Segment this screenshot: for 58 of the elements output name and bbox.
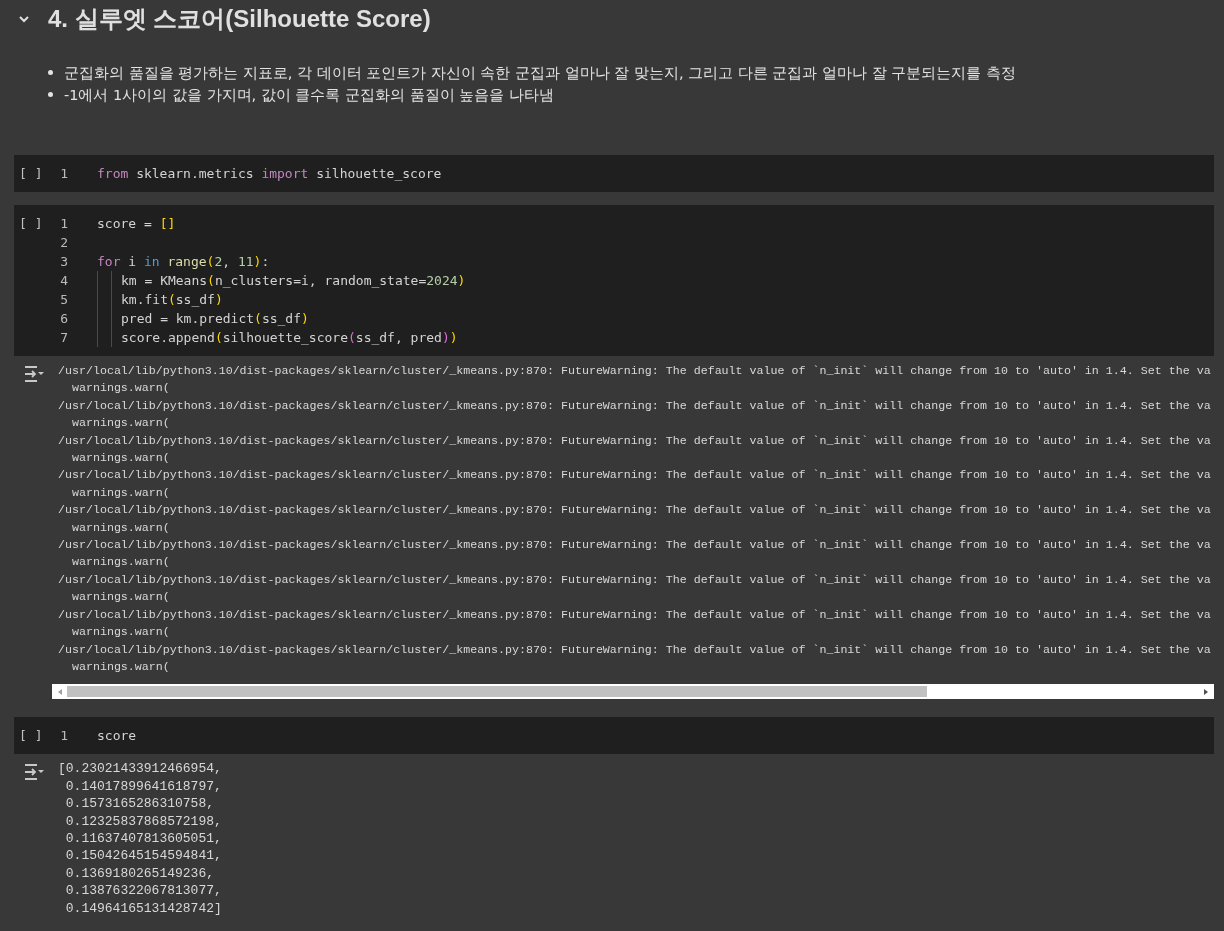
line-number: 5 [59, 291, 68, 309]
bullet-text: 군집화의 품질을 평가하는 지표로, 각 데이터 포인트가 자신이 속한 군집과 얼마나 잘 맞는지, 그리고 다른 군집과 얼마나 잘 구분되는지를 측정 [64, 64, 1016, 83]
output-line: 0.1573165286310758, [64, 795, 216, 813]
code-line: score = [] [97, 215, 176, 233]
output-line: /usr/local/lib/python3.10/dist-packages/sklearn/cluster/_kmeans.py:870: FutureWarning: The default value of `n_init` will change from 10 to 'auto' in 1.4. Set the va [58, 571, 1212, 588]
bullet-text: -1에서 1사이의 값을 가지며, 값이 클수록 군집화의 품질이 높음을 나타냄 [64, 86, 554, 105]
output-toggle-icon[interactable] [23, 763, 45, 782]
line-number: 3 [59, 253, 68, 271]
output-line: 0.11637407813605051, [64, 829, 223, 848]
output-line: /usr/local/lib/python3.10/dist-packages/sklearn/cluster/_kmeans.py:870: FutureWarning: The default value of `n_init` will change from 10 to 'auto' in 1.4. Set the va [58, 397, 1212, 414]
output-line: 0.15042645154594841, [64, 847, 223, 865]
scroll-right-icon[interactable] [1202, 687, 1210, 696]
output-line: /usr/local/lib/python3.10/dist-packages/sklearn/cluster/_kmeans.py:870: FutureWarning: The default value of `n_init` will change from 10 to 'auto' in 1.4. Set the va [58, 641, 1212, 658]
output-toggle-icon[interactable] [23, 365, 45, 383]
output-line: warnings.warn( [70, 589, 171, 606]
code-line: km = KMeans(n_clusters=i, random_state=2024) [121, 272, 466, 290]
output-line: /usr/local/lib/python3.10/dist-packages/sklearn/cluster/_kmeans.py:870: FutureWarning: The default value of `n_init` will change from 10 to 'auto' in 1.4. Set the va [58, 606, 1212, 623]
run-button[interactable]: [ ] [14, 214, 54, 233]
output-line: 0.14964165131428742] [64, 899, 223, 917]
output-line: warnings.warn( [70, 380, 171, 397]
output-line: 0.1369180265149236, [64, 864, 216, 883]
output-line: warnings.warn( [70, 624, 171, 641]
scroll-left-icon[interactable] [56, 687, 64, 696]
output-line: 0.14017899641618797, [64, 777, 223, 796]
output-line: /usr/local/lib/python3.10/dist-packages/sklearn/cluster/_kmeans.py:870: FutureWarning: The default value of `n_init` will change from 10 to 'auto' in 1.4. Set the va [58, 432, 1212, 449]
run-button[interactable]: [ ] [14, 164, 54, 183]
line-number: 2 [59, 234, 68, 252]
output-line: warnings.warn( [70, 484, 171, 501]
output-line: [0.23021433912466954, [58, 760, 223, 778]
output-line: /usr/local/lib/python3.10/dist-packages/sklearn/cluster/_kmeans.py:870: FutureWarning: The default value of `n_init` will change from 10 to 'auto' in 1.4. Set the va [58, 467, 1212, 484]
run-button[interactable]: [ ] [14, 726, 54, 746]
bullet-icon [48, 92, 53, 97]
output-line: warnings.warn( [70, 519, 171, 536]
code-line: score [97, 727, 137, 746]
line-number: 6 [59, 310, 68, 328]
code-line: for i in range(2, 11): [97, 253, 270, 271]
line-number: 7 [59, 329, 68, 347]
line-number: 4 [59, 272, 68, 290]
line-number: 1 [59, 727, 68, 746]
code-line: pred = km.predict(ss_df) [121, 310, 309, 328]
output-line: 0.12325837868572198, [64, 812, 223, 830]
line-number: 1 [59, 215, 68, 233]
output-line: /usr/local/lib/python3.10/dist-packages/sklearn/cluster/_kmeans.py:870: FutureWarning: The default value of `n_init` will change from 10 to 'auto' in 1.4. Set the va [58, 502, 1212, 519]
bullet-icon [48, 70, 53, 75]
output-line: warnings.warn( [70, 415, 171, 432]
output-line: warnings.warn( [70, 658, 171, 675]
code-line: km.fit(ss_df) [121, 291, 223, 309]
section-title: 4. 실루엣 스코어(Silhouette Score) [48, 4, 431, 34]
output-line: warnings.warn( [70, 450, 171, 467]
code-line: score.append(silhouette_score(ss_df, pred)) [121, 329, 458, 347]
line-number: 1 [59, 165, 68, 183]
scrollbar-thumb[interactable] [67, 686, 927, 698]
horizontal-scrollbar[interactable] [52, 684, 1214, 700]
code-line: from sklearn.metrics import silhouette_score [97, 165, 442, 183]
output-line: /usr/local/lib/python3.10/dist-packages/sklearn/cluster/_kmeans.py:870: FutureWarning: The default value of `n_init` will change from 10 to 'auto' in 1.4. Set the va [58, 363, 1212, 379]
output-line: warnings.warn( [70, 554, 171, 571]
output-line: 0.13876322067813077, [64, 882, 223, 900]
output-line: /usr/local/lib/python3.10/dist-packages/sklearn/cluster/_kmeans.py:870: FutureWarning: The default value of `n_init` will change from 10 to 'auto' in 1.4. Set the va [58, 537, 1212, 554]
